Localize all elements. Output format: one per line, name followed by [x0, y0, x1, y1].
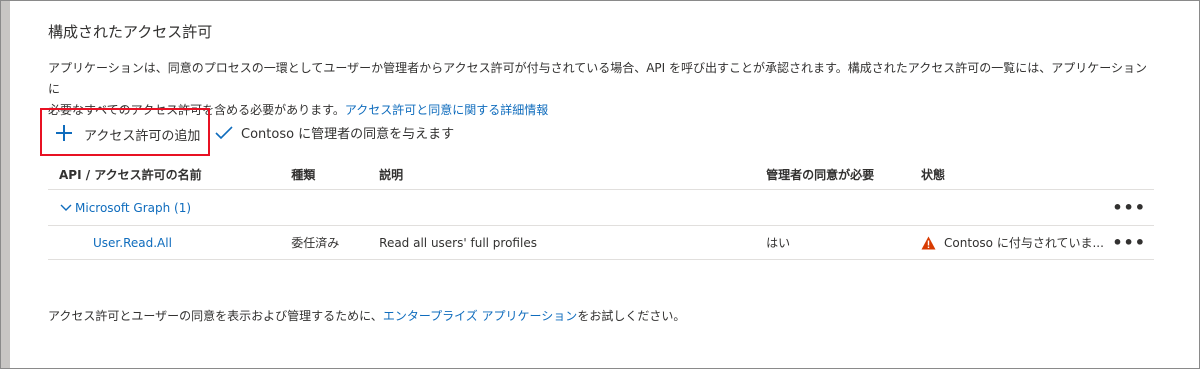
grant-admin-consent-label: Contoso に管理者の同意を与えます [241, 127, 455, 142]
permissions-table: API / アクセス許可の名前 種類 説明 管理者の同意が必要 状態 Micro… [48, 159, 1154, 260]
table-header-row: API / アクセス許可の名前 種類 説明 管理者の同意が必要 状態 [48, 159, 1154, 190]
column-header-type[interactable]: 種類 [291, 159, 380, 190]
left-panel-edge [1, 1, 10, 368]
section-title: 構成されたアクセス許可 [48, 23, 213, 41]
column-header-actions [1112, 159, 1154, 190]
footer-prefix: アクセス許可とユーザーの同意を表示および管理するために、 [48, 309, 383, 323]
column-header-admin-consent[interactable]: 管理者の同意が必要 [766, 159, 922, 190]
grant-admin-consent-button[interactable]: Contoso に管理者の同意を与えます [215, 123, 454, 142]
warning-icon [921, 236, 936, 249]
permission-status: Contoso に付与されていま... [944, 236, 1104, 250]
footer-suffix: をお試しください。 [577, 309, 686, 323]
table-row: User.Read.All 委任済み Read all users' full … [48, 225, 1154, 260]
add-permission-button[interactable]: アクセス許可の追加 [40, 108, 210, 156]
add-permission-label: アクセス許可の追加 [84, 129, 201, 144]
column-header-description[interactable]: 説明 [379, 159, 767, 190]
checkmark-icon [215, 125, 233, 139]
permission-name-link[interactable]: User.Read.All [48, 225, 292, 260]
enterprise-applications-link[interactable]: エンタープライズ アプリケーション [383, 309, 578, 323]
column-header-api-name[interactable]: API / アクセス許可の名前 [48, 159, 292, 190]
permission-type: 委任済み [291, 225, 380, 260]
section-description: アプリケーションは、同意のプロセスの一環としてユーザーか管理者からアクセス許可が… [48, 58, 1158, 121]
group-label: Microsoft Graph (1) [75, 200, 192, 215]
row-more-button[interactable]: ••• [1112, 225, 1154, 260]
footer-note: アクセス許可とユーザーの同意を表示および管理するために、エンタープライズ アプリ… [48, 307, 685, 324]
permissions-consent-learn-more-link[interactable]: アクセス許可と同意に関する詳細情報 [345, 103, 548, 117]
table-group-row: Microsoft Graph (1) ••• [48, 189, 1154, 226]
plus-icon [56, 125, 72, 141]
chevron-down-icon [60, 204, 72, 211]
description-line-1: アプリケーションは、同意のプロセスの一環としてユーザーか管理者からアクセス許可が… [48, 61, 1147, 96]
permission-admin-consent: はい [766, 225, 922, 260]
permission-description: Read all users' full profiles [379, 225, 767, 260]
group-toggle-microsoft-graph[interactable]: Microsoft Graph (1) [48, 201, 1112, 215]
column-header-status[interactable]: 状態 [921, 159, 1113, 190]
group-more-button[interactable]: ••• [1112, 189, 1154, 226]
permission-status-cell: Contoso に付与されていま... [921, 225, 1113, 260]
